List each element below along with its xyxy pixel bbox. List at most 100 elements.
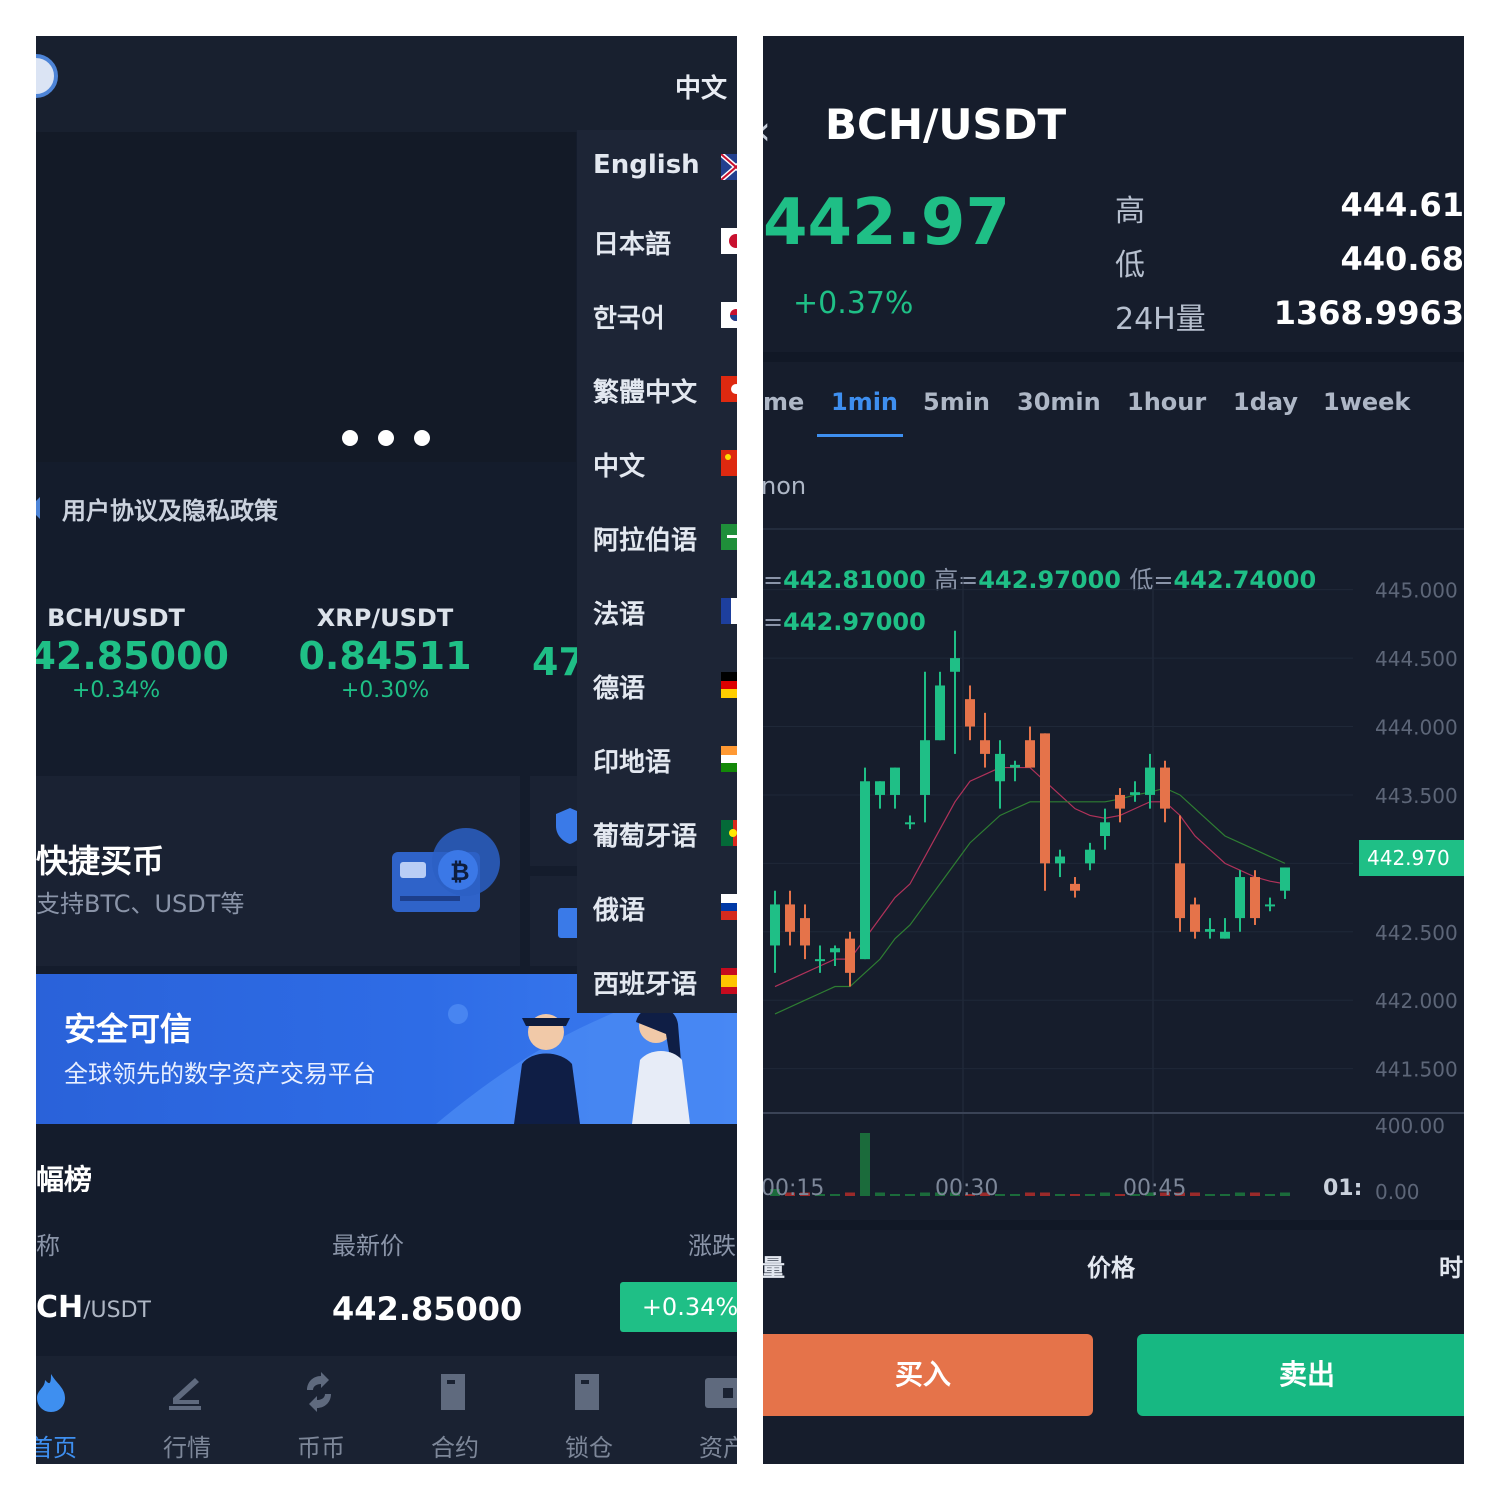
candle-body bbox=[1040, 733, 1050, 864]
carousel-dot[interactable] bbox=[378, 430, 394, 446]
column-header-change: 涨跌 bbox=[688, 1232, 736, 1260]
sell-button[interactable]: 卖出 bbox=[1137, 1334, 1464, 1416]
market-icon bbox=[169, 1378, 201, 1410]
candle-body bbox=[1070, 883, 1080, 891]
back-icon[interactable]: ‹ bbox=[763, 108, 771, 154]
tab-timeframe-month[interactable]: non bbox=[763, 472, 806, 500]
tab-home[interactable]: 首页 bbox=[36, 1356, 120, 1464]
language-dropdown: English 日本語 한국어 繁體中文 中文 阿拉伯语 法语 德语 印地语 葡… bbox=[577, 130, 737, 1013]
swap-icon bbox=[307, 1372, 331, 1412]
candle-body bbox=[770, 904, 780, 946]
volume-bar bbox=[1070, 1194, 1080, 1196]
france-flag-icon bbox=[721, 598, 737, 624]
stat-value-volume: 1368.9963 bbox=[1273, 294, 1464, 332]
notice-text: 用户协议及隐私政策 bbox=[62, 497, 278, 525]
tab-market[interactable]: 行情 bbox=[120, 1356, 254, 1464]
tab-timeframe-time[interactable]: me bbox=[763, 388, 804, 416]
language-option-russian[interactable]: 俄语 bbox=[593, 890, 645, 964]
hongkong-flag-icon bbox=[721, 376, 737, 402]
quick-buy-subtitle: 支持BTC、USDT等 bbox=[36, 890, 245, 918]
buy-button[interactable]: 买入 bbox=[763, 1334, 1093, 1416]
language-option-portuguese[interactable]: 葡萄牙语 bbox=[593, 816, 697, 890]
volume-bar bbox=[905, 1194, 915, 1196]
card-coin-icon: ₿ bbox=[392, 828, 500, 912]
tab-timeframe-1week[interactable]: 1week bbox=[1323, 388, 1410, 416]
ranking-row-pair[interactable]: CH/USDT bbox=[36, 1290, 151, 1325]
price-change: +0.37% bbox=[793, 286, 914, 321]
language-option-korean[interactable]: 한국어 bbox=[593, 298, 665, 372]
language-option-french[interactable]: 法语 bbox=[593, 594, 645, 668]
language-option-traditional-chinese[interactable]: 繁體中文 bbox=[593, 372, 697, 446]
y-tick-label: 445.000 bbox=[1375, 579, 1458, 603]
tab-timeframe-1hour[interactable]: 1hour bbox=[1127, 388, 1206, 416]
tab-timeframe-30min[interactable]: 30min bbox=[1017, 388, 1101, 416]
notice-bar[interactable]: 用户协议及隐私政策 bbox=[36, 481, 576, 541]
ranking-row-change-badge[interactable]: +0.34% bbox=[620, 1282, 737, 1332]
tab-assets[interactable]: 资产 bbox=[656, 1356, 737, 1464]
volume-bar bbox=[920, 1192, 930, 1196]
language-selector[interactable]: 中文 bbox=[675, 68, 727, 105]
language-option-hindi[interactable]: 印地语 bbox=[593, 742, 671, 816]
language-option-english[interactable]: English bbox=[593, 150, 700, 224]
ticker-card[interactable]: XRP/USDT 0.84511 +0.30% bbox=[270, 604, 500, 703]
candle-body bbox=[905, 822, 915, 825]
ranking-row-price: 442.85000 bbox=[332, 1290, 523, 1328]
divider bbox=[763, 1220, 1464, 1230]
tab-spot[interactable]: 币币 bbox=[254, 1356, 388, 1464]
volume-bar bbox=[1040, 1192, 1050, 1196]
banner-carousel[interactable] bbox=[36, 132, 576, 462]
carousel-dot[interactable] bbox=[414, 430, 430, 446]
volume-bar bbox=[1010, 1194, 1020, 1196]
tab-lock[interactable]: 锁仓 bbox=[522, 1356, 656, 1464]
trade-screen: ‹ BCH/USDT 442.97 +0.37% 高 444.61 低 440.… bbox=[763, 36, 1464, 1464]
language-option-chinese[interactable]: 中文 bbox=[593, 446, 645, 520]
candle-body bbox=[1265, 904, 1275, 907]
candle-body bbox=[935, 685, 945, 741]
candle-body bbox=[785, 904, 795, 932]
candle-body bbox=[950, 658, 960, 672]
x-tick-label: 00:15 bbox=[763, 1176, 825, 1201]
x-tick-label: 01: bbox=[1323, 1176, 1363, 1201]
y-tick-label: 441.500 bbox=[1375, 1058, 1458, 1082]
quick-buy-title: 快捷买币 bbox=[36, 842, 165, 880]
speaker-icon bbox=[36, 497, 40, 519]
carousel-dot[interactable] bbox=[342, 430, 358, 446]
candle-body bbox=[1250, 877, 1260, 919]
language-label: 德语 bbox=[593, 674, 646, 704]
tab-contract[interactable]: 合约 bbox=[388, 1356, 522, 1464]
bottom-tab-bar: 首页 行情 币币 合约 锁仓 资产 bbox=[36, 1356, 737, 1464]
volume-bar bbox=[1250, 1192, 1260, 1196]
tab-timeframe-1min[interactable]: 1min bbox=[831, 388, 898, 416]
language-option-japanese[interactable]: 日本語 bbox=[593, 224, 671, 298]
candle-body bbox=[1160, 767, 1170, 809]
ticker-card[interactable]: BCH/USDT 442.85000 +0.34% bbox=[36, 604, 231, 703]
tab-timeframe-5min[interactable]: 5min bbox=[923, 388, 990, 416]
language-option-german[interactable]: 德语 bbox=[593, 668, 645, 742]
volume-axis-label: 0.00 bbox=[1375, 1180, 1420, 1204]
language-option-spanish[interactable]: 西班牙语 bbox=[593, 964, 697, 1038]
ticker-price: 0.84511 bbox=[298, 634, 472, 678]
current-price-tag: 442.970 bbox=[1359, 840, 1464, 876]
y-tick-label: 442.000 bbox=[1375, 989, 1458, 1013]
language-label: 繁體中文 bbox=[593, 378, 698, 408]
candle-body bbox=[800, 918, 810, 946]
volume-bar bbox=[1025, 1192, 1035, 1196]
arabic-flag-icon bbox=[721, 524, 737, 550]
candle-body bbox=[1130, 792, 1140, 795]
tab-label: 币币 bbox=[297, 1434, 345, 1462]
candle-body bbox=[890, 767, 900, 795]
language-option-arabic[interactable]: 阿拉伯语 bbox=[593, 520, 697, 594]
candlestick-chart[interactable]: 445.000444.500444.000443.500443.000442.5… bbox=[763, 536, 1464, 1236]
tab-timeframe-1day[interactable]: 1day bbox=[1233, 388, 1298, 416]
moving-average-line bbox=[774, 787, 1286, 1015]
x-tick-label: 00:30 bbox=[935, 1176, 999, 1201]
pair-base: CH bbox=[36, 1290, 84, 1325]
language-label: 西班牙语 bbox=[593, 970, 698, 1000]
portugal-flag-icon bbox=[721, 820, 737, 846]
volume-bar bbox=[890, 1194, 900, 1196]
contract-icon bbox=[441, 1374, 465, 1410]
stat-label-high: 高 bbox=[1115, 194, 1145, 229]
spain-flag-icon bbox=[721, 968, 737, 994]
volume-bar bbox=[845, 1192, 855, 1196]
logo-icon[interactable] bbox=[36, 54, 58, 98]
